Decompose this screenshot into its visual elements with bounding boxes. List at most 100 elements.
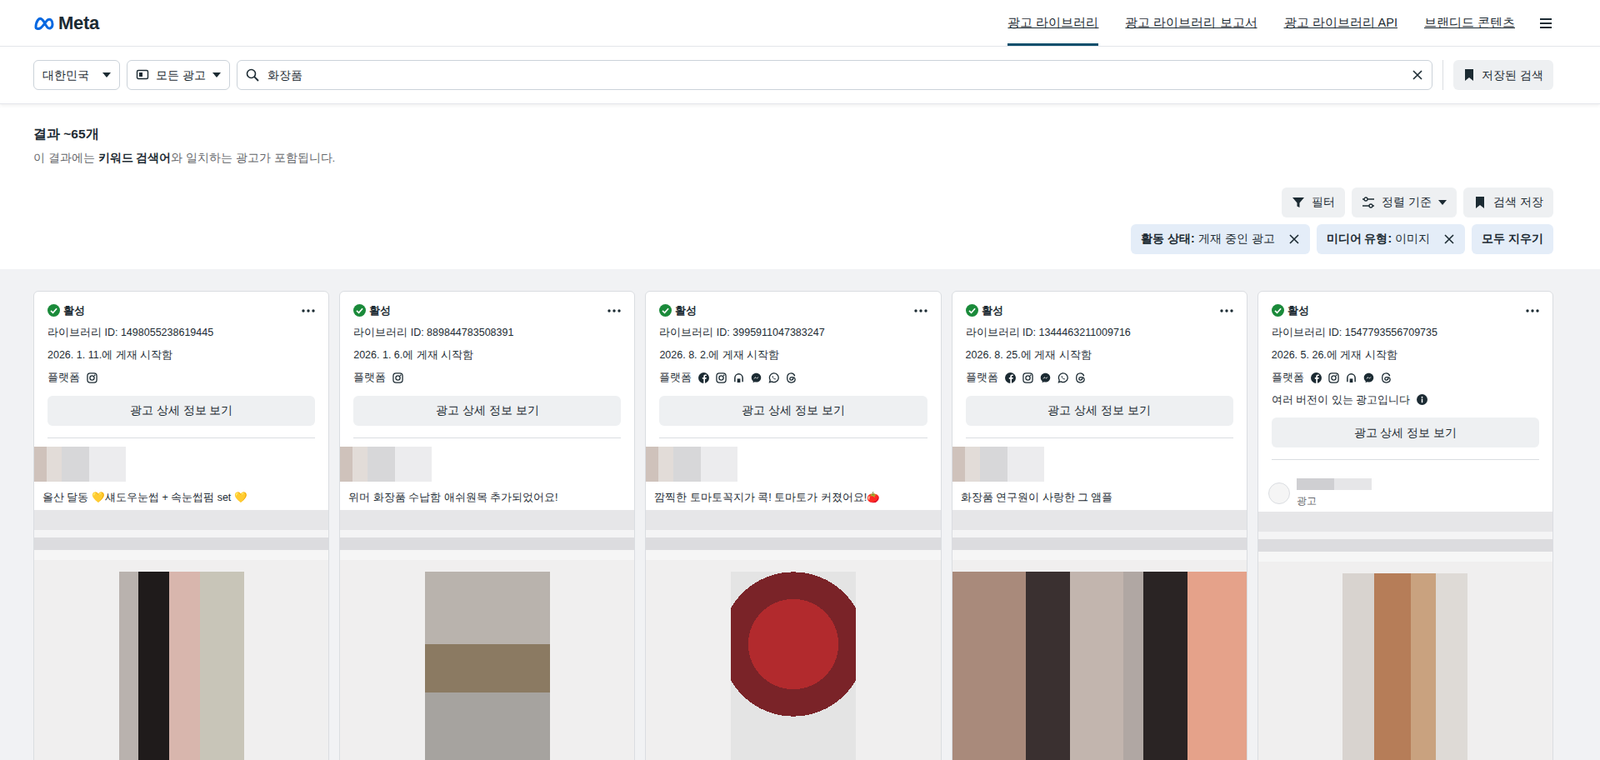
status-label: 활성 (1287, 303, 1310, 320)
active-check-icon (47, 304, 60, 317)
details-button[interactable]: 광고 상세 정보 보기 (353, 395, 621, 426)
platforms: 플랫폼 (353, 370, 621, 386)
nav-link[interactable]: 광고 라이브러리 보고서 (1125, 0, 1257, 46)
toolbar: 필터 정렬 기준검색 저장 (33, 187, 1554, 218)
remove-icon[interactable] (1288, 233, 1300, 245)
advertiser-blurred (952, 446, 1045, 482)
nav-link[interactable]: 브랜디드 콘텐츠 (1424, 0, 1515, 46)
caret-down-icon (1438, 198, 1447, 207)
library-id: 라이브러리 ID: 1344463211009716 (965, 325, 1234, 341)
brand-name[interactable]: Meta (58, 9, 100, 37)
ad-text-blurred (34, 510, 329, 560)
ad-text: 깜찍한 토마토꼭지가 콕! 토마토가 커졌어요!🍅 (645, 481, 940, 508)
details-button[interactable]: 광고 상세 정보 보기 (965, 395, 1234, 426)
platform-label: 플랫폼 (353, 370, 386, 386)
ad-image (1258, 561, 1553, 760)
ad-card: 활성라이브러리 ID: 14980552386194452026. 1. 11.… (33, 290, 330, 760)
ad-photo (119, 571, 245, 760)
menu-icon[interactable] (1538, 15, 1554, 31)
facebook-icon (1005, 372, 1016, 384)
library-id: 라이브러리 ID: 3995911047383247 (659, 325, 927, 341)
instagram-icon (715, 372, 727, 384)
search-field[interactable] (236, 60, 1433, 90)
more-icon[interactable] (1220, 304, 1234, 318)
bookmark-icon (1473, 195, 1487, 210)
country-dropdown[interactable]: 대한민국 (33, 60, 120, 90)
nav-link[interactable]: 광고 라이브러리 API (1284, 0, 1398, 46)
details-button[interactable]: 광고 상세 정보 보기 (1271, 417, 1540, 448)
sort-button[interactable]: 정렬 기준 (1351, 187, 1457, 218)
ad-card: 활성라이브러리 ID: 13444632110097162026. 8. 25.… (951, 290, 1248, 760)
results-note: 이 결과에는 키워드 검색어와 일치하는 광고가 포함됩니다. (33, 150, 1554, 167)
sort-icon (1361, 195, 1375, 210)
status: 활성 (659, 303, 697, 320)
filter-chips: 활동 상태:게재 중인 광고미디어 유형:이미지모두 지우기 (33, 224, 1554, 255)
filter-chip[interactable]: 미디어 유형:이미지 (1316, 224, 1466, 255)
divider (965, 437, 1234, 439)
filter-button[interactable]: 필터 (1281, 187, 1345, 218)
more-icon[interactable] (1525, 304, 1540, 318)
whatsapp-icon (1057, 372, 1069, 384)
ad-text-blurred (645, 510, 940, 560)
messenger-icon (1040, 372, 1051, 384)
instagram-icon (86, 372, 98, 384)
remove-icon[interactable] (1443, 233, 1455, 245)
divider (659, 437, 927, 439)
nav-link[interactable]: 광고 라이브러리 (1007, 0, 1099, 46)
filter-chip[interactable]: 활동 상태:게재 중인 광고 (1130, 224, 1310, 255)
start-date: 2026. 1. 11.에 게재 시작함 (47, 347, 315, 364)
start-date: 2026. 8. 2.에 게재 시작함 (659, 347, 927, 364)
platforms: 플랫폼 (659, 370, 927, 386)
active-check-icon (1271, 304, 1285, 317)
clear-all-button[interactable]: 모두 지우기 (1471, 224, 1554, 255)
start-date: 2026. 5. 26.에 게재 시작함 (1271, 347, 1540, 364)
platform-label: 플랫폼 (965, 370, 999, 386)
start-date: 2026. 1. 6.에 게재 시작함 (353, 347, 621, 364)
meta-logo[interactable]: Meta (33, 9, 100, 37)
ad-text-blurred (1258, 511, 1553, 562)
versions-note-text: 여러 버전이 있는 광고입니다 (1271, 392, 1410, 409)
ad-type-dropdown[interactable]: 모든 광고 (126, 60, 230, 90)
ad-text: 위머 화장품 수납함 애쉬원목 추가되었어요! (340, 481, 635, 508)
details-button[interactable]: 광고 상세 정보 보기 (659, 395, 927, 426)
active-check-icon (659, 304, 672, 317)
ad-card: 활성라이브러리 ID: 15477935567097352026. 5. 26.… (1257, 290, 1554, 760)
clear-icon[interactable] (1411, 69, 1424, 81)
filter-icon (1291, 195, 1305, 210)
bookmark-icon (1463, 69, 1475, 81)
search-input[interactable] (265, 65, 1405, 85)
divider (353, 437, 621, 439)
more-icon[interactable] (914, 304, 928, 318)
ad-image (952, 560, 1247, 760)
caret-down-icon (102, 70, 111, 80)
divider (1442, 60, 1444, 90)
instagram-icon (1328, 372, 1340, 384)
sponsor-name-blurred (1296, 478, 1372, 490)
bookmark-button[interactable]: 검색 저장 (1463, 187, 1554, 218)
note-part: 와 일치하는 광고가 포함됩니다. (170, 151, 335, 165)
note-part: 이 결과에는 (33, 151, 99, 165)
audience-icon (1345, 372, 1357, 384)
more-icon[interactable] (607, 304, 621, 318)
whatsapp-icon (768, 372, 780, 384)
toolbar-label: 필터 (1311, 193, 1335, 211)
audience-icon (733, 372, 745, 384)
messenger-icon (1363, 372, 1375, 384)
search-bar: 대한민국모든 광고 저장된 검색 (0, 46, 1600, 105)
ad-image (645, 560, 940, 760)
chip-key: 활동 상태: (1140, 230, 1195, 248)
platform-label: 플랫폼 (659, 370, 692, 386)
ad-text-blurred (340, 510, 635, 560)
results-header: 결과 ~65개이 결과에는 키워드 검색어와 일치하는 광고가 포함됩니다.필터… (0, 104, 1600, 270)
sponsor-avatar[interactable] (1268, 482, 1290, 505)
ad-photo (425, 571, 550, 760)
saved-searches-label: 저장된 검색 (1481, 66, 1544, 85)
saved-searches-button[interactable]: 저장된 검색 (1453, 60, 1554, 90)
more-icon[interactable] (301, 304, 315, 318)
advertiser-blurred (34, 446, 126, 482)
info-icon[interactable] (1416, 394, 1428, 405)
details-button[interactable]: 광고 상세 정보 보기 (47, 395, 315, 426)
ad-text: 화장품 연구원이 사랑한 그 앰플 (952, 481, 1247, 508)
sponsored-label: 광고 (1296, 493, 1372, 509)
platforms: 플랫폼 (47, 370, 315, 386)
